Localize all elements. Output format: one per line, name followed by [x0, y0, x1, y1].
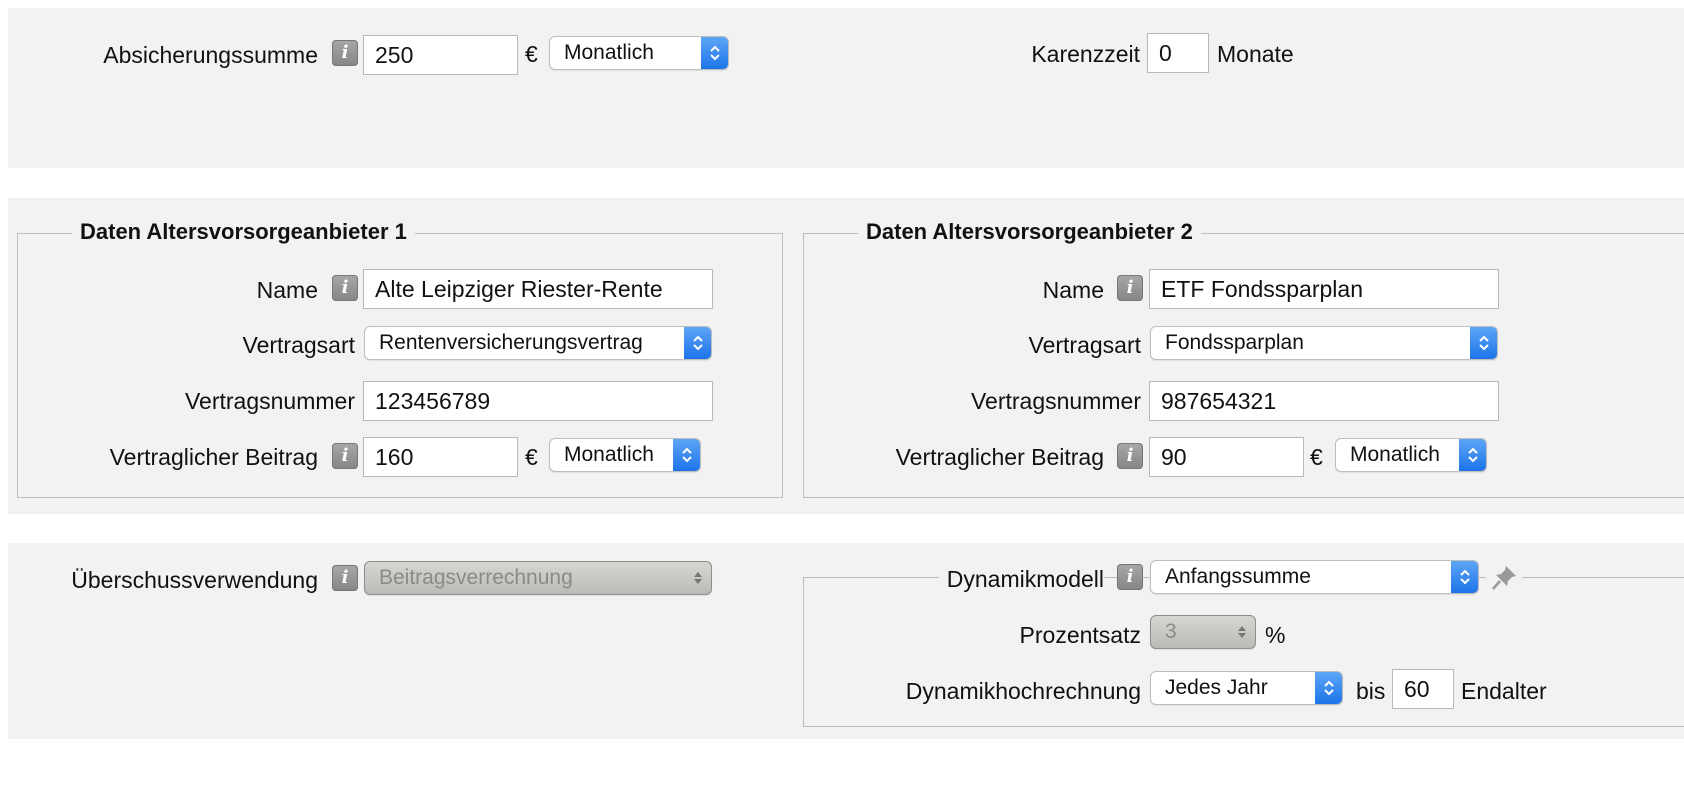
- provider1-vertragsart-value: Rentenversicherungsvertrag: [379, 331, 643, 354]
- provider2-beitrag-label: Vertraglicher Beitrag: [895, 444, 1104, 470]
- provider1-name-label: Name: [256, 277, 318, 303]
- provider1-interval-select[interactable]: Monatlich: [549, 438, 701, 472]
- karenzzeit-unit: Monate: [1217, 41, 1294, 67]
- info-icon[interactable]: i: [1117, 443, 1143, 469]
- provider2-name-input[interactable]: [1149, 269, 1499, 309]
- provider2-vertragsart-value: Fondssparplan: [1165, 331, 1304, 354]
- interval-select[interactable]: Monatlich: [549, 36, 729, 70]
- prozentsatz-label: Prozentsatz: [1019, 622, 1141, 648]
- karenzzeit-input[interactable]: [1147, 33, 1209, 73]
- provider2-interval-value: Monatlich: [1350, 443, 1440, 466]
- endalter-input[interactable]: [1392, 669, 1454, 709]
- interval-select-value: Monatlich: [564, 41, 654, 64]
- endalter-label: Endalter: [1461, 678, 1547, 704]
- provider1-title: Daten Altersvorsorgeanbieter 1: [72, 219, 415, 245]
- prozentsatz-value: 3: [1165, 620, 1177, 643]
- select-arrows-icon: [684, 327, 711, 359]
- provider1-vertragsnummer-input[interactable]: [363, 381, 713, 421]
- top-panel: [8, 8, 1684, 168]
- info-icon[interactable]: i: [1117, 564, 1143, 590]
- provider2-vertragsnummer-label: Vertragsnummer: [970, 388, 1141, 414]
- select-arrows-icon: [673, 439, 700, 471]
- dynamik-value: Anfangssumme: [1165, 565, 1311, 588]
- info-icon[interactable]: i: [332, 443, 358, 469]
- pin-icon[interactable]: [1486, 560, 1522, 594]
- provider1-vertragsart-label: Vertragsart: [242, 332, 356, 358]
- info-icon[interactable]: i: [1117, 275, 1143, 301]
- currency-label: €: [1310, 444, 1323, 470]
- select-arrows-icon: [1459, 439, 1486, 471]
- currency-label: €: [525, 41, 538, 67]
- ueberschuss-value: Beitragsverrechnung: [379, 566, 573, 589]
- hochrechnung-select[interactable]: Jedes Jahr: [1150, 671, 1343, 705]
- provider1-name-input[interactable]: [363, 269, 713, 309]
- prozent-unit: %: [1265, 622, 1286, 648]
- bis-label: bis: [1356, 678, 1386, 704]
- dynamik-select[interactable]: Anfangssumme: [1150, 560, 1479, 594]
- select-arrows-icon: [1470, 327, 1497, 359]
- hochrechnung-value: Jedes Jahr: [1165, 676, 1268, 699]
- provider1-interval-value: Monatlich: [564, 443, 654, 466]
- provider2-beitrag-input[interactable]: [1149, 437, 1304, 477]
- provider2-interval-select[interactable]: Monatlich: [1335, 438, 1487, 472]
- absicherungssumme-input[interactable]: [363, 35, 518, 75]
- info-icon[interactable]: i: [332, 40, 358, 66]
- provider2-vertragsnummer-input[interactable]: [1149, 381, 1499, 421]
- select-arrows-icon: [684, 562, 711, 594]
- provider2-name-label: Name: [1042, 277, 1104, 303]
- stepper-arrows-icon: [1228, 616, 1255, 648]
- absicherungssumme-label: Absicherungssumme: [103, 42, 318, 68]
- info-icon[interactable]: i: [332, 275, 358, 301]
- provider2-vertragsart-label: Vertragsart: [1028, 332, 1142, 358]
- select-arrows-icon: [1315, 672, 1342, 704]
- currency-label: €: [525, 444, 538, 470]
- prozentsatz-stepper: 3: [1150, 615, 1256, 649]
- provider2-title: Daten Altersvorsorgeanbieter 2: [858, 219, 1201, 245]
- select-arrows-icon: [701, 37, 728, 69]
- provider1-vertragsnummer-label: Vertragsnummer: [184, 388, 355, 414]
- select-arrows-icon: [1451, 561, 1478, 593]
- dynamik-label: Dynamikmodell: [938, 566, 1104, 593]
- ueberschuss-select: Beitragsverrechnung: [364, 561, 712, 595]
- hochrechnung-label: Dynamikhochrechnung: [905, 678, 1141, 704]
- karenzzeit-label: Karenzzeit: [1031, 41, 1140, 67]
- provider2-vertragsart-select[interactable]: Fondssparplan: [1150, 326, 1498, 360]
- ueberschuss-label: Überschussverwendung: [71, 567, 318, 593]
- provider1-vertragsart-select[interactable]: Rentenversicherungsvertrag: [364, 326, 712, 360]
- info-icon[interactable]: i: [332, 565, 358, 591]
- provider1-beitrag-label: Vertraglicher Beitrag: [109, 444, 318, 470]
- provider1-beitrag-input[interactable]: [363, 437, 518, 477]
